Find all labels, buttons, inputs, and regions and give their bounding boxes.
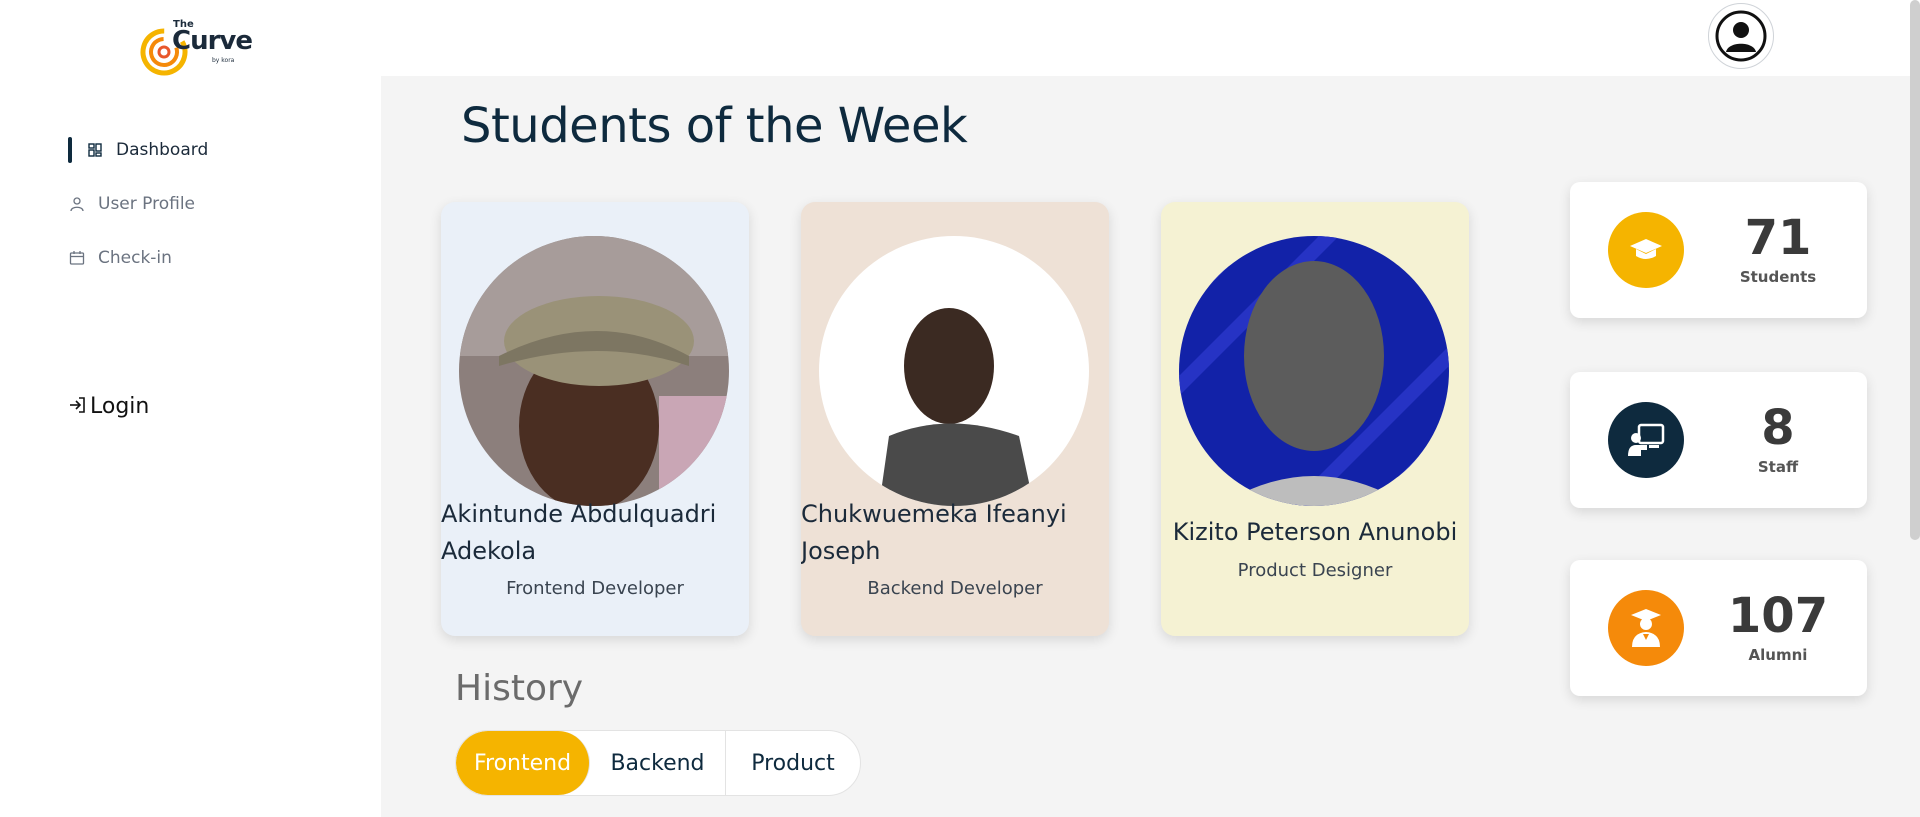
student-role: Backend Developer [867, 578, 1043, 599]
user-avatar-icon [1715, 10, 1767, 62]
user-icon [68, 195, 86, 213]
sidebar-nav: Dashboard User Profile Check-in [68, 136, 208, 298]
tab-frontend[interactable]: Frontend [456, 731, 590, 795]
student-card[interactable]: Akintunde Abdulquadri Adekola Frontend D… [441, 202, 749, 636]
stat-label: Students [1739, 268, 1817, 286]
student-card[interactable]: Kizito Peterson Anunobi Product Designer [1161, 202, 1469, 636]
student-photo [459, 236, 729, 506]
graduation-cap-icon [1608, 212, 1684, 288]
student-card[interactable]: Chukwuemeka Ifeanyi Joseph Backend Devel… [801, 202, 1109, 636]
dashboard-icon [86, 141, 104, 159]
sidebar-item-dashboard[interactable]: Dashboard [68, 136, 208, 164]
student-name: Akintunde Abdulquadri Adekola [441, 500, 717, 565]
sidebar-item-label: Check-in [98, 248, 172, 268]
logo-text-curve: Curve [172, 26, 253, 56]
page-scrollbar[interactable] [1910, 0, 1920, 540]
login-icon [68, 395, 88, 419]
sidebar-item-check-in[interactable]: Check-in [68, 244, 208, 272]
stat-label: Alumni [1748, 646, 1808, 664]
student-photo [819, 236, 1089, 506]
stat-card-staff: 8 Staff [1570, 372, 1867, 508]
history-title: History [455, 668, 584, 709]
teacher-icon [1608, 402, 1684, 478]
brand-logo[interactable]: The Curve by kora [140, 18, 253, 82]
tab-product[interactable]: Product [726, 731, 860, 795]
page-title: Students of the Week [461, 98, 968, 154]
student-role: Frontend Developer [506, 578, 684, 599]
stat-value: 71 [1744, 210, 1812, 266]
sidebar-item-label: User Profile [98, 194, 196, 214]
sidebar-item-label: Dashboard [116, 140, 209, 160]
sidebar: The Curve by kora Dashboard User Profile [0, 0, 381, 817]
tab-backend[interactable]: Backend [590, 731, 726, 795]
login-label: Login [90, 394, 150, 419]
calendar-icon [68, 249, 86, 267]
active-indicator [68, 137, 72, 163]
student-role: Product Designer [1237, 560, 1393, 581]
stat-card-alumni: 107 Alumni [1570, 560, 1867, 696]
stat-card-students: 71 Students [1570, 182, 1867, 318]
student-name: Chukwuemeka Ifeanyi Joseph [801, 500, 1067, 565]
main-content: Students of the Week Akintunde Abdulquad… [381, 76, 1920, 817]
history-tabs: Frontend Backend Product [455, 730, 861, 796]
student-photo [1179, 236, 1449, 506]
stat-value: 8 [1761, 400, 1795, 456]
logo-text-subtitle: by kora [212, 57, 235, 64]
stat-value: 107 [1727, 588, 1829, 644]
graduate-icon [1608, 590, 1684, 666]
student-name: Kizito Peterson Anunobi [1172, 518, 1458, 546]
login-link[interactable]: Login [68, 394, 149, 419]
sidebar-item-user-profile[interactable]: User Profile [68, 190, 208, 218]
stat-label: Staff [1757, 458, 1799, 476]
user-avatar-button[interactable] [1708, 3, 1774, 69]
app-root: The Curve by kora Dashboard User Profile [0, 0, 1920, 817]
